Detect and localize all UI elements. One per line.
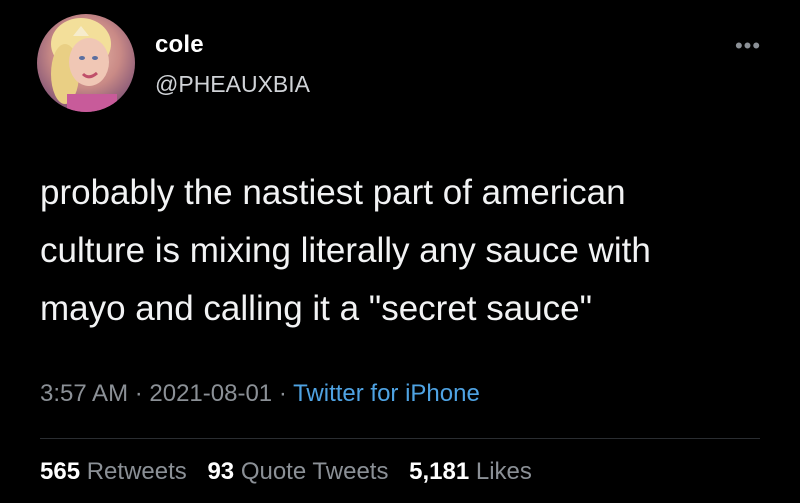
tweet-date[interactable]: 2021-08-01 (149, 380, 272, 407)
retweets-stat[interactable]: 565 Retweets (40, 458, 193, 485)
quote-tweets-label: Quote Tweets (240, 458, 389, 485)
tweet-text-line: mayo and calling it a "secret sauce" (40, 289, 593, 328)
likes-count: 5,181 (409, 458, 470, 485)
user-handle[interactable]: @PHEAUXBIA (155, 71, 310, 98)
tweet-card: cole @PHEAUXBIA ••• probably the nasties… (0, 0, 800, 503)
display-name[interactable]: cole (155, 31, 204, 59)
meta-separator: · (272, 380, 294, 407)
more-options-icon[interactable]: ••• (732, 35, 764, 57)
tweet-source-link[interactable]: Twitter for iPhone (293, 380, 480, 407)
avatar[interactable] (37, 14, 135, 112)
tweet-text-line: probably the nastiest part of american (40, 173, 626, 212)
likes-label: Likes (475, 458, 532, 485)
quote-tweets-stat[interactable]: 93 Quote Tweets (207, 458, 395, 485)
tweet-text: probably the nastiest part of american c… (40, 164, 760, 338)
quote-tweets-count: 93 (207, 458, 235, 485)
tweet-metadata: 3:57 AM · 2021-08-01 · Twitter for iPhon… (40, 380, 480, 408)
retweets-count: 565 (40, 458, 81, 485)
divider (40, 438, 760, 439)
avatar-image (51, 18, 117, 112)
tweet-stats: 565 Retweets 93 Quote Tweets 5,181 Likes (40, 458, 546, 486)
tweet-time[interactable]: 3:57 AM (40, 380, 128, 407)
likes-stat[interactable]: 5,181 Likes (409, 458, 532, 485)
meta-separator: · (128, 380, 150, 407)
tweet-text-line: culture is mixing literally any sauce wi… (40, 231, 651, 270)
retweets-label: Retweets (86, 458, 187, 485)
